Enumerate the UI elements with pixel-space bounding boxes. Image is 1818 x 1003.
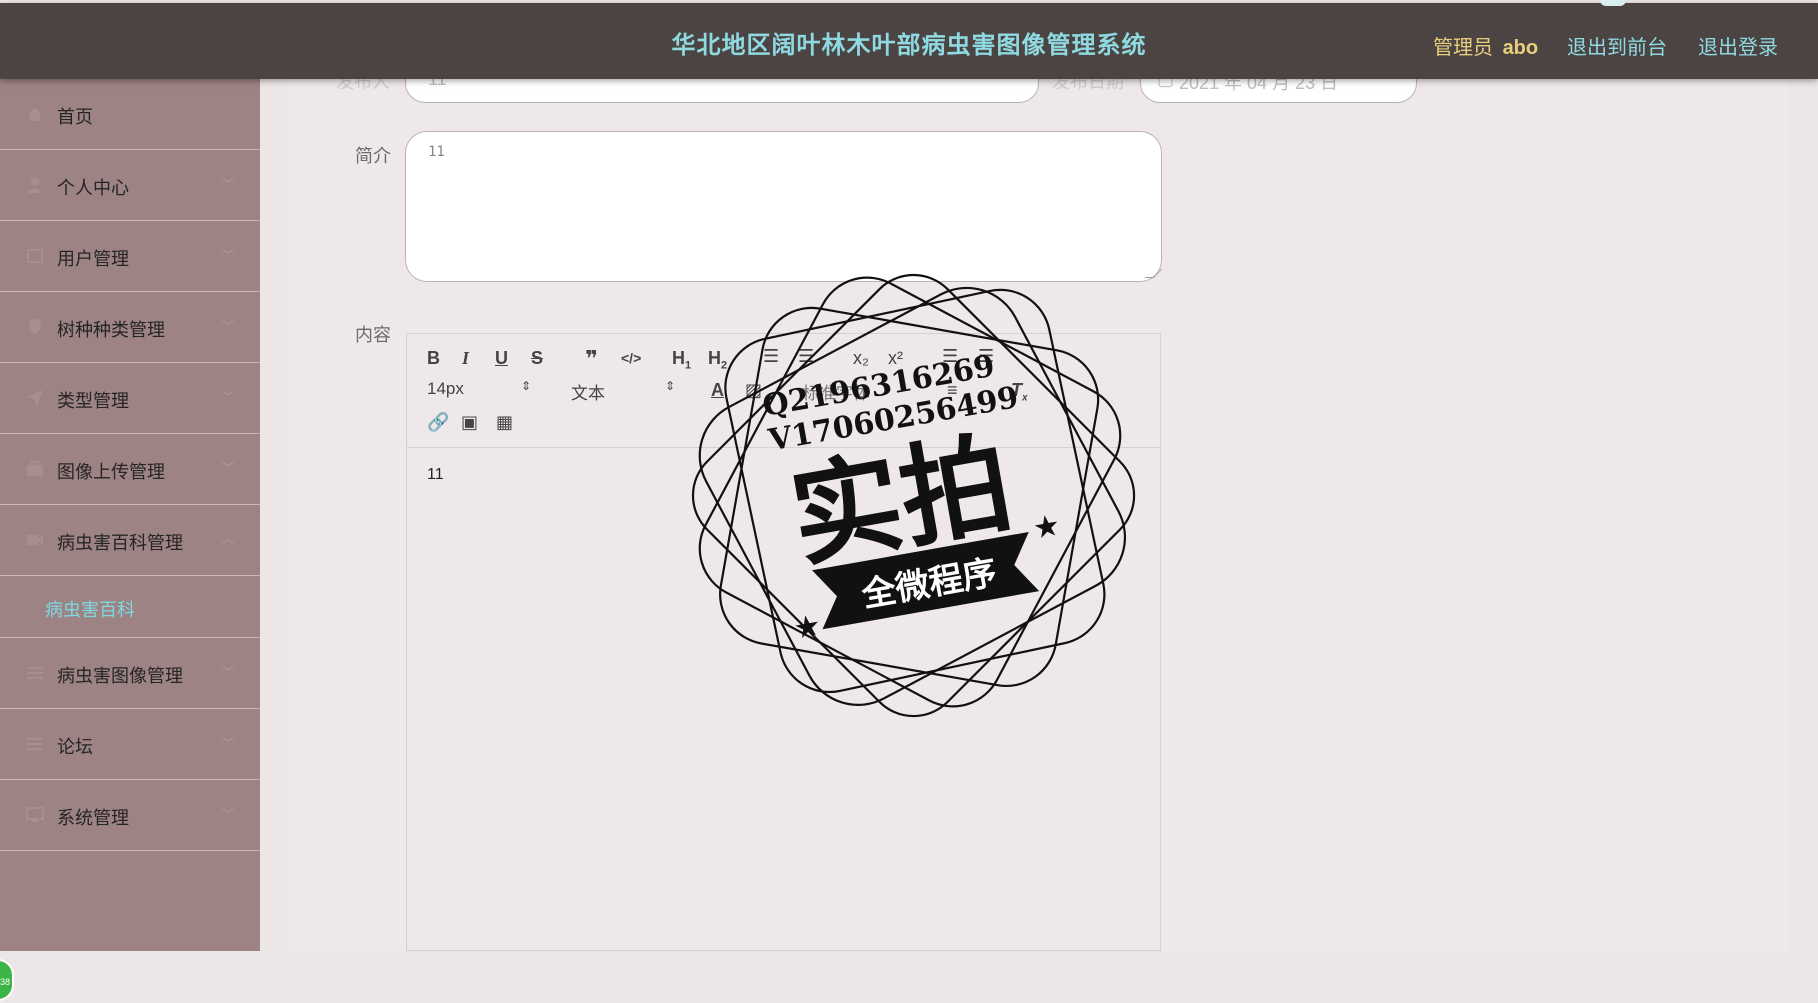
list-icon (26, 735, 44, 753)
code-icon[interactable]: </> (621, 350, 641, 366)
chevron-down-icon: ﹀ (221, 807, 234, 821)
video-icon[interactable]: ▦ (496, 412, 513, 433)
link-icon[interactable]: 🔗 (427, 412, 449, 433)
video-icon (26, 531, 44, 549)
sidebar-item-label: 用户管理 (57, 249, 129, 269)
watermark-stamp: Q2196316269 V17060256499 实拍 全微程序 ★ ★ (691, 273, 1136, 718)
monitor-icon (26, 806, 44, 824)
chevron-down-icon: ﹀ (221, 177, 234, 191)
chevron-down-icon: ﹀ (221, 461, 234, 475)
send-icon (26, 389, 44, 407)
quote-icon[interactable]: ❞ (585, 346, 598, 372)
sidebar-item-type-management[interactable]: 类型管理 ﹀ (0, 363, 260, 434)
floating-badge-button[interactable]: 38 (0, 959, 14, 1001)
users-icon (26, 247, 44, 265)
chevron-down-icon: ﹀ (221, 665, 234, 679)
font-size-select[interactable]: 14px ⇕ (427, 379, 531, 399)
sidebar-item-pest-image-management[interactable]: 病虫害图像管理 ﹀ (0, 638, 260, 709)
header-select[interactable]: 文本 ⇕ (571, 379, 675, 404)
star-icon: ★ (791, 609, 823, 646)
editor-content[interactable]: 11 (427, 466, 444, 484)
sidebar-item-label: 首页 (57, 107, 93, 127)
sidebar-item-personal-center[interactable]: 个人中心 ﹀ (0, 150, 260, 221)
avatar[interactable] (1600, 0, 1626, 6)
sidebar-item-forum[interactable]: 论坛 ﹀ (0, 709, 260, 780)
chevron-down-icon: ﹀ (221, 736, 234, 750)
summary-value: 11 (428, 144, 445, 160)
list-icon (26, 664, 44, 682)
sidebar: 首页 个人中心 ﹀ 用户管理 ﹀ 树种种类管理 ﹀ 类型管理 ﹀ 图像上传管理 … (0, 79, 260, 1001)
sidebar-item-label: 图像上传管理 (57, 462, 165, 482)
chevron-down-icon: ﹀ (221, 248, 234, 262)
home-icon (26, 105, 44, 123)
briefcase-icon (26, 460, 44, 478)
bold-icon[interactable]: B (427, 348, 440, 369)
sidebar-item-label: 类型管理 (57, 391, 129, 411)
star-icon: ★ (1031, 509, 1063, 546)
sidebar-item-label: 树种种类管理 (57, 320, 165, 340)
username: abo (1502, 37, 1539, 59)
image-icon[interactable]: ▣ (461, 412, 478, 433)
content-label: 内容 (355, 325, 391, 345)
strike-icon[interactable]: S (531, 348, 543, 369)
summary-textarea[interactable]: 11 (405, 131, 1163, 282)
sidebar-item-home[interactable]: 首页 (0, 79, 260, 150)
italic-icon[interactable]: I (462, 348, 469, 369)
sidebar-item-label: 系统管理 (57, 808, 129, 828)
sidebar-subitem-label: 病虫害百科 (45, 600, 135, 620)
sidebar-item-user-management[interactable]: 用户管理 ﹀ (0, 221, 260, 292)
sidebar-item-tree-species[interactable]: 树种种类管理 ﹀ (0, 292, 260, 363)
underline-icon[interactable]: U (495, 348, 508, 369)
summary-label: 简介 (355, 146, 391, 166)
sidebar-item-pest-encyclopedia-management[interactable]: 病虫害百科管理 ︿ (0, 505, 260, 576)
top-navbar: 华北地区阔叶林木叶部病虫害图像管理系统 管理员 abo 退出到前台 退出登录 (0, 3, 1818, 79)
sidebar-item-system-management[interactable]: 系统管理 ﹀ (0, 780, 260, 851)
system-title: 华北地区阔叶林木叶部病虫害图像管理系统 (671, 32, 1147, 59)
chevron-down-icon: ﹀ (221, 390, 234, 404)
chevron-down-icon: ﹀ (221, 319, 234, 333)
sidebar-subitem-pest-encyclopedia[interactable]: 病虫害百科 (0, 576, 260, 638)
sidebar-item-label: 病虫害图像管理 (57, 666, 183, 686)
logout-link[interactable]: 退出登录 (1698, 31, 1778, 60)
user-role: 管理员 (1433, 37, 1493, 59)
exit-to-frontend-link[interactable]: 退出到前台 (1567, 31, 1667, 60)
user-icon (26, 176, 44, 194)
pin-icon (26, 318, 44, 336)
sidebar-item-label: 个人中心 (57, 178, 129, 198)
select-arrows-icon: ⇕ (521, 379, 532, 393)
sidebar-item-image-upload[interactable]: 图像上传管理 ﹀ (0, 434, 260, 505)
chevron-up-icon: ︿ (221, 532, 234, 546)
select-arrows-icon: ⇕ (665, 379, 676, 393)
sidebar-item-label: 论坛 (57, 737, 93, 757)
current-user: 管理员 abo (1433, 31, 1538, 60)
sidebar-item-label: 病虫害百科管理 (57, 533, 183, 553)
